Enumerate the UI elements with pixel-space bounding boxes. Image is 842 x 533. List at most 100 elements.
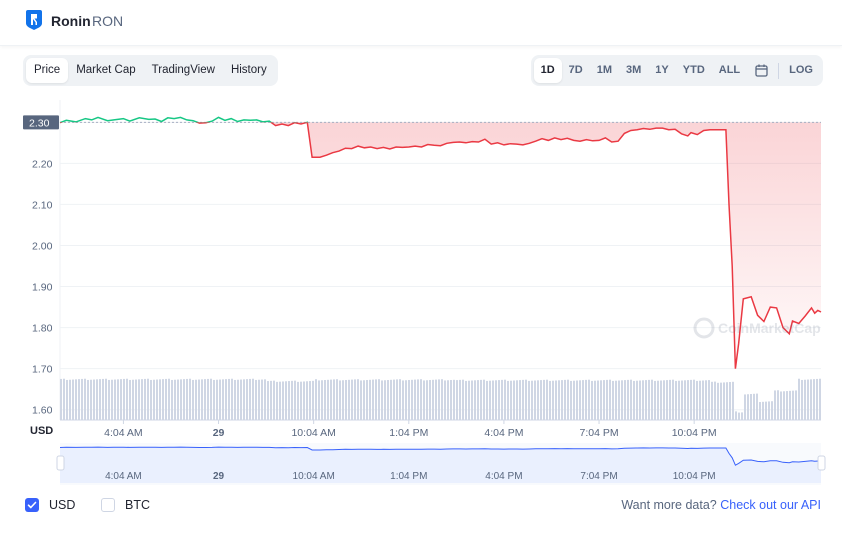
volume-bar [681,380,683,420]
volume-bar [309,381,311,420]
volume-bar [729,382,731,420]
volume-bar [459,379,461,420]
volume-bar [438,379,440,420]
volume-bar [645,380,647,420]
volume-bar [465,380,467,420]
volume-bar [552,380,554,420]
volume-bar [219,379,221,420]
volume-bar [192,379,194,420]
volume-bar [816,378,818,420]
volume-bar [354,379,356,420]
volume-bar [99,379,101,420]
volume-bar [312,380,314,420]
volume-bar [207,378,209,420]
volume-bar [717,382,719,420]
volume-bar [480,379,482,420]
volume-bar [810,379,812,420]
volume-bar [339,380,341,420]
volume-bar [402,380,404,420]
y-tick-label: 1.70 [32,364,53,376]
volume-bar [90,379,92,420]
volume-bar [384,380,386,420]
volume-bar [546,379,548,420]
volume-bar [558,380,560,420]
volume-bar [420,379,422,420]
volume-bar [168,378,170,420]
volume-bar [582,380,584,420]
btc-label: BTC [125,498,150,512]
price-chart: CoinMarketCap 2.20 2.10 2.00 1.90 1.80 1.70 1.… [23,100,822,439]
reference-price-label: 2.30 [29,117,50,129]
volume-bar [144,378,146,420]
volume-bar [444,380,446,420]
volume-bar [660,380,662,420]
volume-bar [198,379,200,420]
usd-checkbox[interactable] [25,498,39,512]
volume-bar [360,380,362,420]
volume-bar [501,379,503,420]
volume-bar [735,411,737,420]
volume-bar [741,412,743,420]
volume-bar [177,379,179,420]
volume-bar [561,380,563,420]
volume-bar [636,380,638,420]
volume-bar [510,380,512,420]
x-tick-label: 1:04 PM [389,427,428,439]
volume-bar [171,379,173,420]
volume-bar [261,379,263,420]
volume-bar [576,380,578,420]
volume-bar [513,380,515,420]
y-axis: 2.20 2.10 2.00 1.90 1.80 1.70 1.60 [32,158,53,416]
volume-bar [639,380,641,420]
volume-bar [705,380,707,420]
volume-bar [93,379,95,420]
volume-bar [336,379,338,420]
volume-bar [429,380,431,420]
volume-bar [111,379,113,420]
volume-bar [531,380,533,420]
y-tick-label: 1.80 [32,323,53,335]
volume-bar [375,379,377,420]
volume-bar [606,379,608,420]
volume-bar [747,394,749,420]
volume-bar [456,380,458,420]
volume-bar [570,380,572,420]
navigator-tick-label: 1:04 PM [390,471,427,482]
volume-bar [72,379,74,420]
volume-bar [363,380,365,420]
navigator-tick-label: 10:04 PM [673,471,716,482]
volume-bar [108,379,110,420]
volume-bar [213,379,215,420]
volume-bar [516,380,518,420]
volume-bar [87,379,89,420]
volume-bar [264,379,266,420]
volume-bar [357,379,359,420]
volume-bar [699,380,701,420]
navigator-right-handle[interactable] [817,455,826,471]
volume-bar [768,401,770,420]
volume-bar [288,381,290,420]
volume-bar [603,380,605,420]
volume-bar [279,381,281,420]
volume-bar [468,380,470,420]
btc-checkbox[interactable] [101,498,115,512]
more-data-text: Want more data? [621,498,717,512]
navigator-tick-label: 10:04 AM [293,471,335,482]
price-area-fill [60,122,821,369]
volume-bar [150,379,152,420]
range-navigator[interactable]: 4:04 AM 29 10:04 AM 1:04 PM 4:04 PM 7:04 PM 10… [0,440,842,490]
volume-bar [600,380,602,420]
volume-bar [372,379,374,420]
chart-grid [59,100,821,421]
volume-bar [81,378,83,420]
volume-bar [726,382,728,420]
volume-bar [696,380,698,420]
volume-bar [789,390,791,420]
api-link[interactable]: Check out our API [720,498,821,512]
volume-bar [228,378,230,420]
volume-bar [399,379,401,420]
volume-bar [69,379,71,420]
volume-bar [84,378,86,420]
volume-bar [180,379,182,420]
navigator-left-handle[interactable] [56,455,65,471]
